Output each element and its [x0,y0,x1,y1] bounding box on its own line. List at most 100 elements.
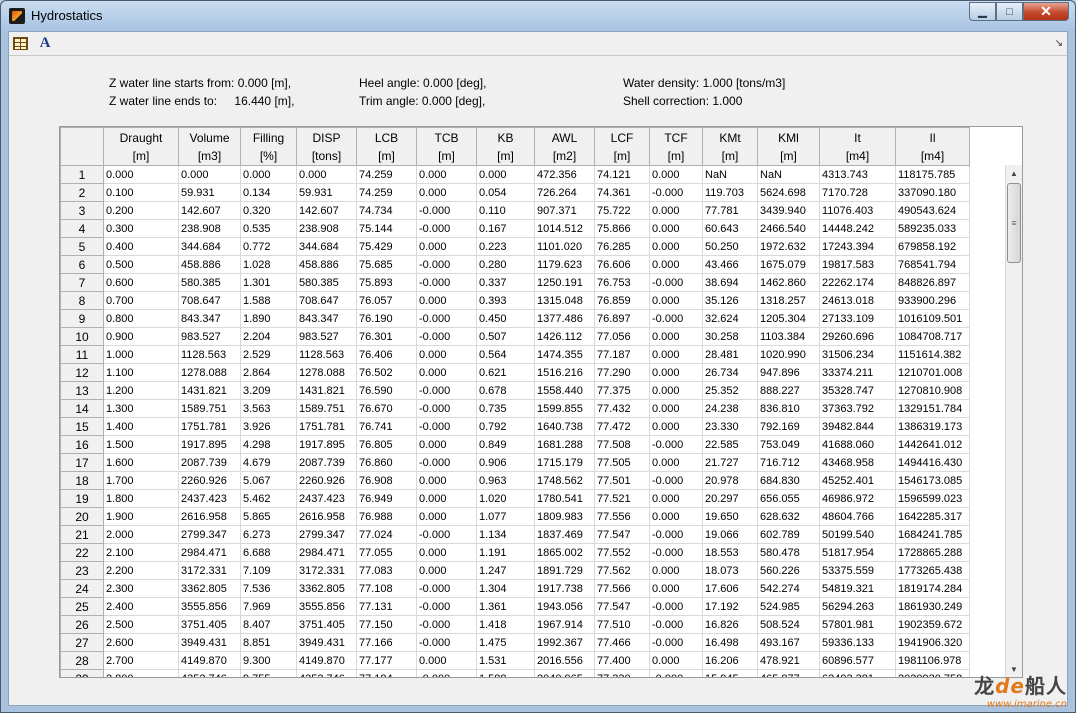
table-cell[interactable]: 0.167 [476,219,535,238]
table-cell[interactable]: 1902359.672 [895,615,970,634]
table-cell[interactable]: 1809.983 [534,507,595,526]
table-cell[interactable]: -0.000 [416,309,477,328]
table-cell[interactable]: 1431.821 [178,381,241,400]
row-number[interactable]: 5 [60,237,104,256]
table-cell[interactable]: -0.000 [649,597,703,616]
table-cell[interactable]: 2.700 [103,651,179,670]
table-cell[interactable]: 0.000 [416,489,477,508]
table-cell[interactable]: 2.864 [240,363,297,382]
table-cell[interactable]: 0.000 [416,363,477,382]
row-number[interactable]: 3 [60,201,104,220]
table-cell[interactable]: 15.945 [702,669,758,677]
table-cell[interactable]: 3172.331 [178,561,241,580]
table-cell[interactable]: 2260.926 [178,471,241,490]
table-cell[interactable]: 3555.856 [178,597,241,616]
table-cell[interactable]: 1589.751 [178,399,241,418]
table-cell[interactable]: 5.865 [240,507,297,526]
table-cell[interactable]: 589235.033 [895,219,970,238]
table-cell[interactable]: 0.000 [178,165,241,184]
table-cell[interactable]: 77.521 [594,489,650,508]
row-number[interactable]: 4 [60,219,104,238]
table-cell[interactable]: -0.000 [649,615,703,634]
table-cell[interactable]: 458.886 [178,255,241,274]
table-cell[interactable]: 3.209 [240,381,297,400]
table-cell[interactable]: 8.407 [240,615,297,634]
table-cell[interactable]: 836.810 [757,399,820,418]
table-cell[interactable]: 1558.440 [534,381,595,400]
table-cell[interactable]: 2.529 [240,345,297,364]
table-cell[interactable]: 77.501 [594,471,650,490]
row-number[interactable]: 10 [60,327,104,346]
table-cell[interactable]: 35.126 [702,291,758,310]
table-cell[interactable]: 1728865.288 [895,543,970,562]
table-cell[interactable]: 60.643 [702,219,758,238]
table-cell[interactable]: 716.712 [757,453,820,472]
table-cell[interactable]: 2437.423 [178,489,241,508]
table-cell[interactable]: 77.400 [594,651,650,670]
maximize-button[interactable]: □ [996,2,1023,21]
table-cell[interactable]: 21.727 [702,453,758,472]
row-number[interactable]: 29 [60,669,104,677]
table-cell[interactable]: 77.508 [594,435,650,454]
table-cell[interactable]: 17243.394 [819,237,896,256]
table-cell[interactable]: 1250.191 [534,273,595,292]
table-cell[interactable]: -0.000 [416,327,477,346]
table-cell[interactable]: 17.192 [702,597,758,616]
table-cell[interactable]: 50199.540 [819,525,896,544]
table-cell[interactable]: 77.131 [356,597,417,616]
table-cell[interactable]: 0.600 [103,273,179,292]
table-cell[interactable]: 0.393 [476,291,535,310]
table-cell[interactable]: 1270810.908 [895,381,970,400]
table-cell[interactable]: 51817.954 [819,543,896,562]
table-cell[interactable]: 465.877 [757,669,820,677]
table-cell[interactable]: 0.000 [649,489,703,508]
table-cell[interactable]: 848826.897 [895,273,970,292]
table-cell[interactable]: NaN [702,165,758,184]
table-cell[interactable]: 18.553 [702,543,758,562]
row-number[interactable]: 19 [60,489,104,508]
table-cell[interactable]: 54819.321 [819,579,896,598]
row-number[interactable]: 27 [60,633,104,652]
table-cell[interactable]: 0.000 [649,507,703,526]
column-header[interactable]: Volume [m3] [178,127,241,166]
table-cell[interactable]: 77.562 [594,561,650,580]
table-cell[interactable]: 75.144 [356,219,417,238]
table-cell[interactable]: 19.066 [702,525,758,544]
table-cell[interactable]: 20.978 [702,471,758,490]
table-cell[interactable]: 2040.965 [534,669,595,677]
table-cell[interactable]: 16.206 [702,651,758,670]
table-cell[interactable]: -0.000 [649,525,703,544]
table-cell[interactable]: 1205.304 [757,309,820,328]
table-cell[interactable]: 1.531 [476,651,535,670]
table-cell[interactable]: 74.734 [356,201,417,220]
table-cell[interactable]: 74.259 [356,165,417,184]
table-cell[interactable]: 344.684 [178,237,241,256]
table-cell[interactable]: 0.000 [416,471,477,490]
table-cell[interactable]: -0.000 [416,201,477,220]
table-cell[interactable]: 76.753 [594,273,650,292]
table-cell[interactable]: 1210701.008 [895,363,970,382]
table-cell[interactable]: 708.647 [178,291,241,310]
table-cell[interactable]: 843.347 [296,309,357,328]
table-cell[interactable]: 6.273 [240,525,297,544]
table-cell[interactable]: 76.908 [356,471,417,490]
table-cell[interactable]: 74.259 [356,183,417,202]
table-cell[interactable]: 0.564 [476,345,535,364]
table-cell[interactable]: 1.191 [476,543,535,562]
table-cell[interactable]: -0.000 [416,417,477,436]
table-cell[interactable]: -0.000 [416,399,477,418]
table-cell[interactable]: 5.067 [240,471,297,490]
table-cell[interactable]: 2.100 [103,543,179,562]
table-cell[interactable]: 33374.211 [819,363,896,382]
table-cell[interactable]: -0.000 [416,453,477,472]
table-cell[interactable]: 2.000 [103,525,179,544]
table-cell[interactable]: 1386319.173 [895,417,970,436]
table-cell[interactable]: 30.258 [702,327,758,346]
table-cell[interactable]: 1014.512 [534,219,595,238]
table-cell[interactable]: 478.921 [757,651,820,670]
table-cell[interactable]: 77.505 [594,453,650,472]
table-cell[interactable]: 77.177 [356,651,417,670]
scroll-thumb[interactable]: ≡ [1007,183,1021,263]
table-cell[interactable]: 1278.088 [178,363,241,382]
table-cell[interactable]: 38.694 [702,273,758,292]
